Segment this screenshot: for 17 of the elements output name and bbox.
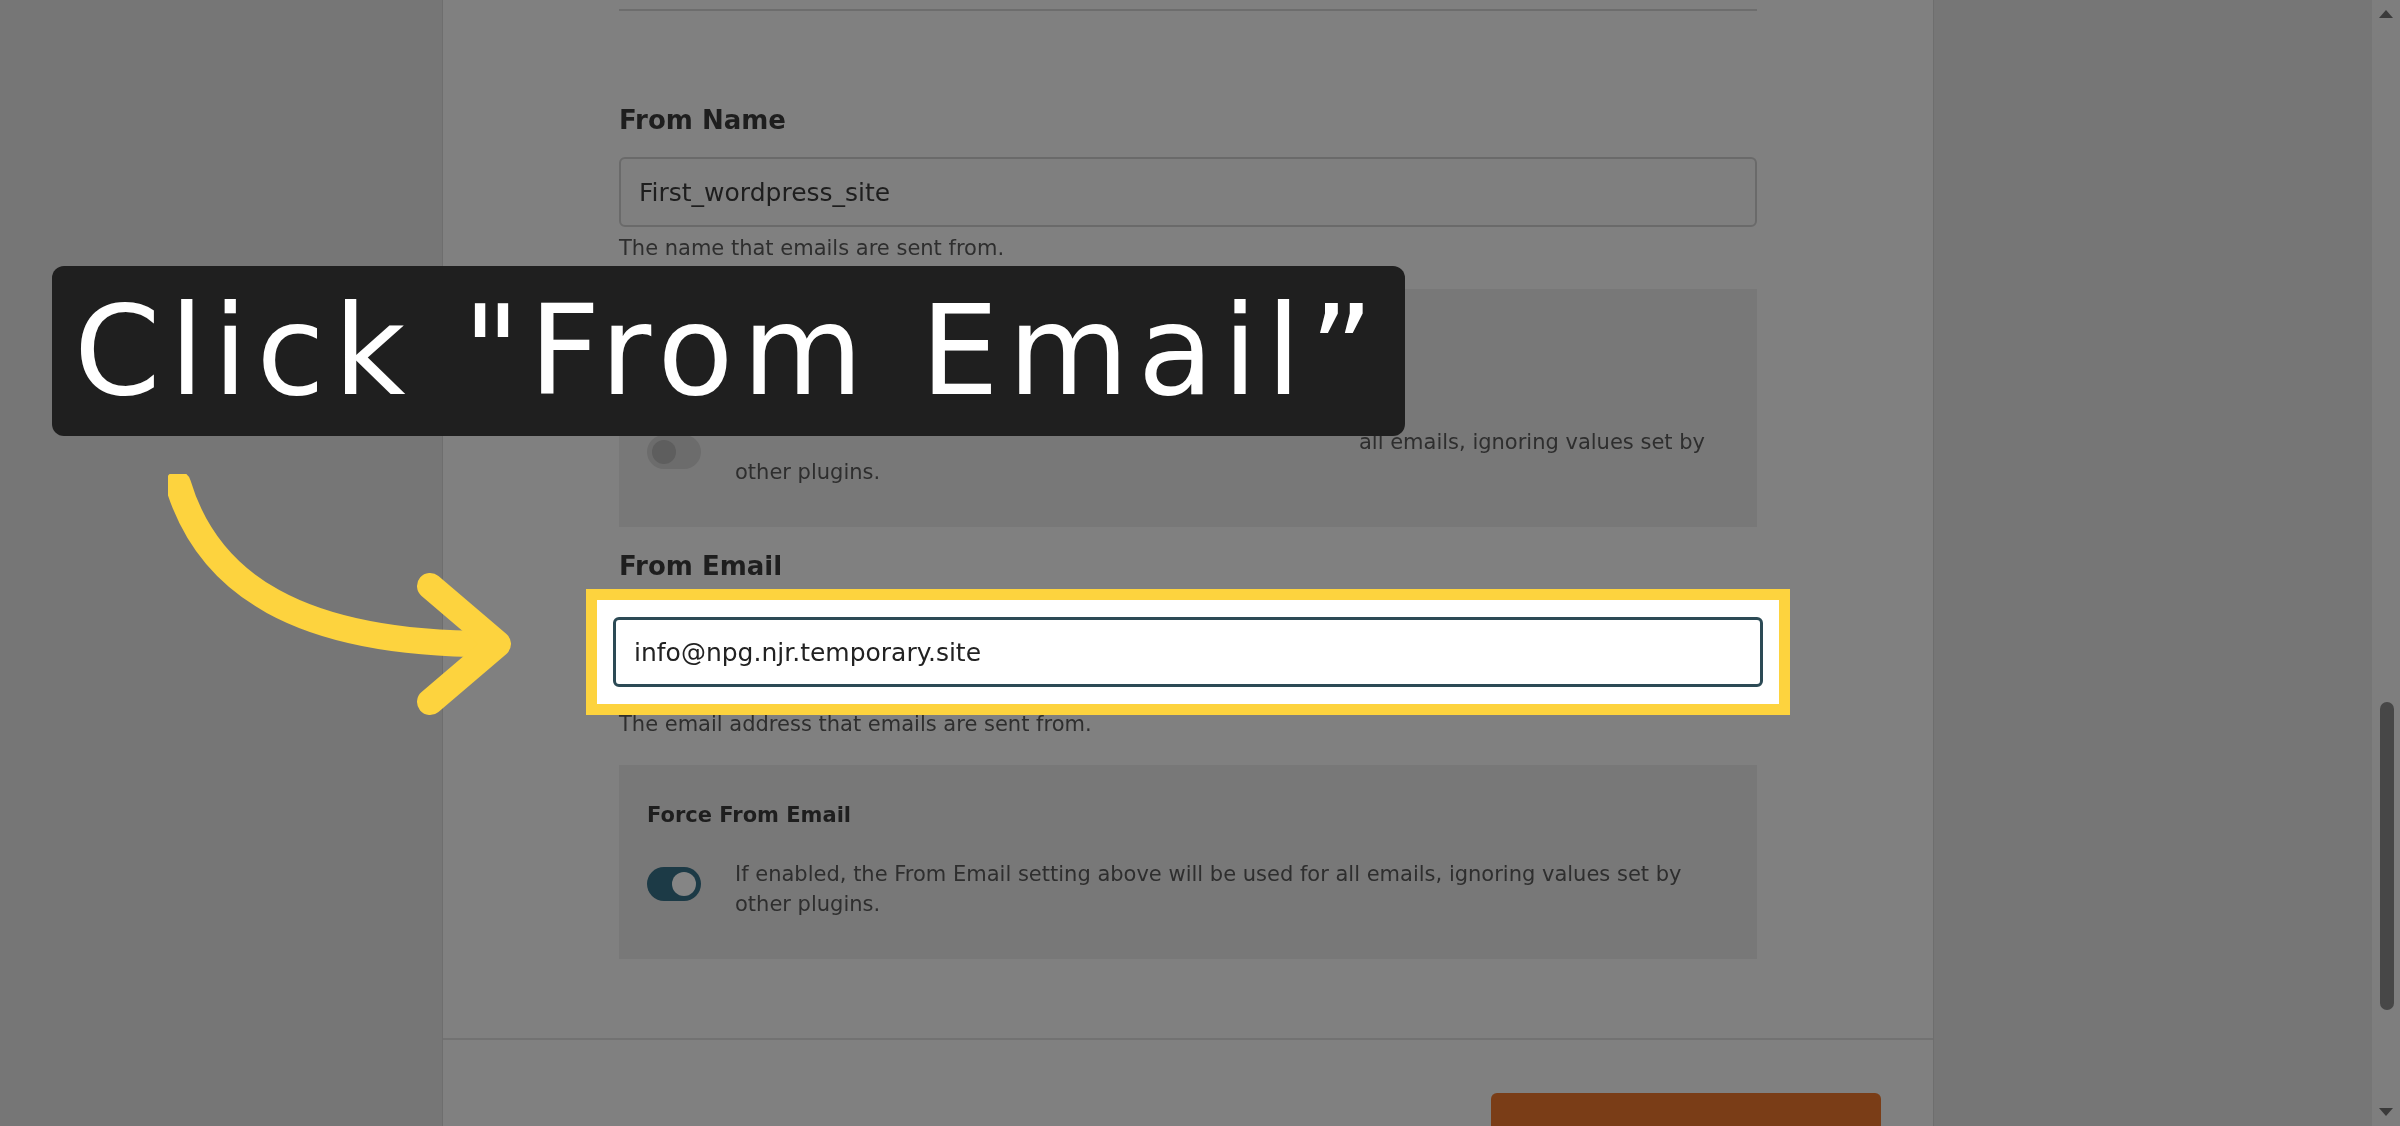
option-label: Force From Email bbox=[647, 802, 853, 829]
scrollbar[interactable] bbox=[2372, 0, 2400, 1126]
instruction-callout: Click "From Email” bbox=[52, 266, 1405, 436]
field-label: From Name bbox=[619, 104, 787, 137]
text-input-field[interactable]: info@npg.njr.temporary.site bbox=[613, 617, 1763, 687]
option-description: If enabled, the From Email setting above will be used for all emails, ignoring values set by bbox=[735, 861, 1683, 888]
text-input-field[interactable]: First_wordpress_site bbox=[619, 157, 1757, 227]
toggle-switch[interactable] bbox=[647, 435, 701, 469]
help-text: The email address that emails are sent from. bbox=[619, 711, 1093, 738]
option-description: other plugins. bbox=[735, 891, 882, 918]
scroll-down-icon[interactable] bbox=[2379, 1108, 2393, 1116]
help-text: The name that emails are sent from. bbox=[619, 235, 1006, 262]
scroll-up-icon[interactable] bbox=[2379, 10, 2393, 18]
field-label: From Email bbox=[619, 550, 784, 583]
toggle-switch[interactable] bbox=[647, 867, 701, 901]
scrollbar-thumb[interactable] bbox=[2380, 702, 2394, 1010]
option-description: other plugins. bbox=[735, 459, 882, 486]
